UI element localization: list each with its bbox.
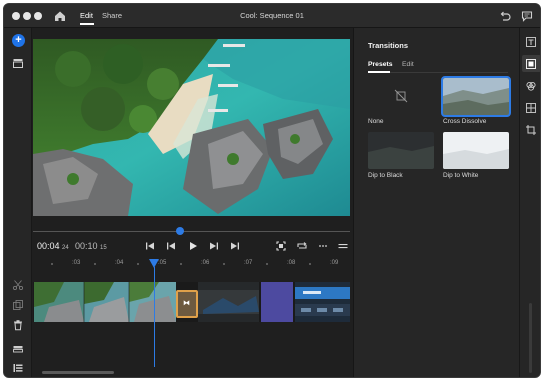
go-to-end-icon[interactable] xyxy=(229,240,241,252)
transition-marker-icon: ⧓ xyxy=(183,300,190,307)
transition-label: Dip to Black xyxy=(368,172,403,179)
transition-dip-to-black[interactable] xyxy=(368,132,434,169)
transition-none[interactable] xyxy=(368,78,434,115)
comment-icon[interactable] xyxy=(520,9,534,23)
ruler-dot xyxy=(223,263,225,265)
titles-icon[interactable] xyxy=(525,36,537,48)
program-monitor[interactable] xyxy=(33,39,350,216)
no-transition-icon xyxy=(394,89,408,103)
duration-frames: 15 xyxy=(100,245,107,251)
duplicate-icon[interactable] xyxy=(12,299,24,311)
ruler-tick: :03 xyxy=(72,260,81,266)
step-forward-icon[interactable] xyxy=(208,240,220,252)
tab-presets[interactable]: Presets xyxy=(368,61,393,68)
panel-menu-icon[interactable] xyxy=(337,240,349,252)
ruler-tick: :04 xyxy=(115,260,124,266)
preview-scrubber-handle[interactable] xyxy=(176,227,184,235)
ruler-tick: :09 xyxy=(330,260,339,266)
playhead-line[interactable] xyxy=(154,267,155,367)
audio-level-meter xyxy=(529,303,532,373)
duration-timecode: 00:10 15 xyxy=(75,241,107,251)
ruler-dot xyxy=(51,263,53,265)
step-back-icon[interactable] xyxy=(165,240,177,252)
color-icon[interactable] xyxy=(525,80,537,92)
play-icon[interactable] xyxy=(187,240,199,252)
current-timecode: 00:04 24 xyxy=(37,241,69,251)
ruler-tick: :06 xyxy=(201,260,210,266)
ruler-dot xyxy=(94,263,96,265)
effects-grid-icon[interactable] xyxy=(525,102,537,114)
video-clip[interactable] xyxy=(198,282,259,322)
loop-icon[interactable] xyxy=(296,240,308,252)
transition-label: Cross Dissolve xyxy=(443,118,487,125)
document-title: Cool: Sequence 01 xyxy=(240,11,304,20)
track-list-icon[interactable] xyxy=(12,362,24,374)
current-time: 00:04 xyxy=(37,241,60,251)
ruler-dot xyxy=(180,263,182,265)
transition-label: Dip to White xyxy=(443,172,479,179)
tab-presets-underline xyxy=(368,71,390,73)
transition-dip-to-white[interactable] xyxy=(443,132,509,169)
tab-edit-transition[interactable]: Edit xyxy=(402,61,414,68)
scissors-icon[interactable] xyxy=(12,279,24,291)
title-bar: Edit Share Cool: Sequence 01 xyxy=(4,4,540,28)
current-frames: 24 xyxy=(62,245,69,251)
track-height-icon[interactable] xyxy=(12,343,24,355)
crop-icon[interactable] xyxy=(525,124,537,136)
ruler-tick: :08 xyxy=(287,260,296,266)
app-window: Edit Share Cool: Sequence 01 + 00:04 24 … xyxy=(3,3,541,378)
timeline-scrollbar[interactable] xyxy=(42,371,114,374)
fit-frame-icon[interactable] xyxy=(275,240,287,252)
video-frame xyxy=(33,39,350,216)
timeline-ruler[interactable] xyxy=(33,256,350,273)
transitions-icon[interactable] xyxy=(525,58,537,70)
color-matte-clip[interactable] xyxy=(261,282,293,322)
transition-cross-dissolve[interactable] xyxy=(441,76,511,117)
duration-time: 00:10 xyxy=(75,241,98,251)
video-clip[interactable] xyxy=(295,282,350,322)
more-options-icon[interactable] xyxy=(317,240,329,252)
ruler-tick: :07 xyxy=(244,260,253,266)
go-to-start-icon[interactable] xyxy=(144,240,156,252)
transition-label: None xyxy=(368,118,384,125)
add-media-button[interactable]: + xyxy=(12,34,25,47)
panel-title: Transitions xyxy=(368,41,409,50)
media-bin-icon[interactable] xyxy=(12,57,24,69)
preview-scrubber-track[interactable] xyxy=(33,231,350,232)
transition-marker[interactable]: ⧓ xyxy=(176,290,198,318)
undo-icon[interactable] xyxy=(498,9,512,23)
left-toolbar: + xyxy=(4,28,32,377)
ruler-dot xyxy=(137,263,139,265)
transitions-panel: Transitions Presets Edit None Cross Diss… xyxy=(353,28,519,377)
tab-edit-underline xyxy=(80,23,94,25)
ruler-dot xyxy=(309,263,311,265)
trash-icon[interactable] xyxy=(12,319,24,331)
ruler-dot xyxy=(266,263,268,265)
ruler-tick: :05 xyxy=(158,260,167,266)
right-toolbar xyxy=(519,28,540,377)
